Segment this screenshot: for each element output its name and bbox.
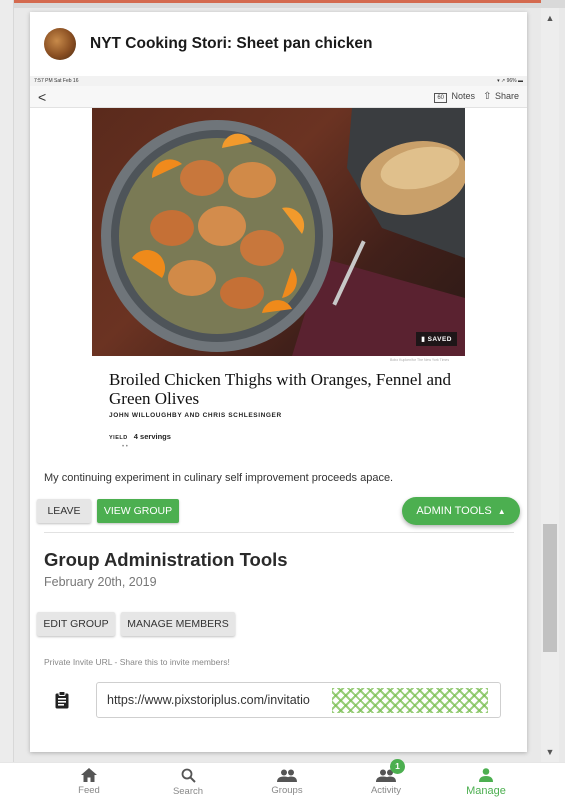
yield-value: 4 servings [133, 432, 171, 441]
story-header: NYT Cooking Stori: Sheet pan chicken [30, 12, 527, 76]
leave-button[interactable]: LEAVE [37, 499, 91, 523]
admin-date: February 20th, 2019 [44, 575, 157, 589]
nav-groups[interactable]: Groups [247, 763, 327, 800]
caret-up-icon: ▲ [497, 506, 506, 516]
yield-more: • • [122, 444, 128, 450]
photo-credit: Bobo Kupken/for The New York Times [390, 358, 450, 362]
nav-groups-label: Groups [271, 784, 303, 796]
embedded-nav-actions: 60 Notes ⇧ Share [434, 91, 519, 103]
view-group-button[interactable]: VIEW GROUP [97, 499, 179, 523]
window-left-edge [0, 0, 14, 762]
admin-tools-button[interactable]: ADMIN TOOLS ▲ [402, 497, 520, 525]
avatar[interactable] [44, 28, 76, 60]
embedded-status-bar: 7:57 PM Sat Feb 16 ▾ ↗ 96% ▬ [30, 76, 527, 86]
scrollbar[interactable]: ▲ ▼ [541, 8, 559, 762]
nav-manage[interactable]: Manage [446, 763, 526, 800]
yield-label: YIELD [109, 435, 128, 441]
groups-icon [277, 769, 297, 782]
recipe-yield: YIELD 4 servings [109, 432, 171, 441]
nav-feed-label: Feed [78, 785, 100, 796]
story-card: NYT Cooking Stori: Sheet pan chicken 7:5… [30, 12, 527, 752]
notes-label: Notes [451, 90, 476, 101]
share-icon: ⇧ [483, 91, 492, 102]
embedded-notes: 60 Notes [434, 91, 475, 103]
story-title: NYT Cooking Stori: Sheet pan chicken [90, 35, 373, 52]
scroll-up-icon[interactable]: ▲ [541, 10, 559, 26]
home-icon [81, 768, 97, 782]
nav-manage-label: Manage [466, 784, 506, 797]
manage-members-button[interactable]: MANAGE MEMBERS [121, 612, 235, 636]
divider [44, 532, 514, 533]
recipe-photo-illustration [101, 108, 465, 356]
story-caption: My continuing experiment in culinary sel… [44, 472, 394, 484]
person-icon [479, 767, 493, 782]
embedded-nav-bar: < 60 Notes ⇧ Share [30, 86, 527, 108]
nav-feed[interactable]: Feed [49, 763, 129, 800]
nav-activity-label: Activity [370, 784, 402, 796]
scroll-thumb[interactable] [543, 524, 557, 652]
nav-activity[interactable]: 1 Activity [346, 759, 426, 800]
accent-line [14, 0, 541, 3]
recipe-title: Broiled Chicken Thighs with Oranges, Fen… [109, 370, 451, 408]
admin-tools-label: ADMIN TOOLS [416, 505, 492, 517]
admin-title: Group Administration Tools [44, 549, 288, 570]
story-image[interactable]: 7:57 PM Sat Feb 16 ▾ ↗ 96% ▬ < 60 Notes … [30, 76, 527, 463]
embedded-status-right: ▾ ↗ 96% ▬ [497, 78, 523, 84]
saved-badge: ▮ SAVED [416, 332, 457, 346]
search-icon [181, 768, 196, 783]
embedded-share: ⇧ Share [483, 91, 519, 102]
recipe-photo: ▮ SAVED [92, 108, 465, 356]
redacted-overlay [332, 688, 488, 713]
saved-badge-label: SAVED [427, 336, 452, 343]
nav-search[interactable]: Search [148, 763, 228, 800]
activity-badge: 1 [390, 759, 405, 774]
bottom-nav: Feed Search Groups 1 Activity Manage [0, 759, 565, 800]
share-label: Share [494, 91, 519, 101]
recipe-authors: JOHN WILLOUGHBY AND CHRIS SCHLESINGER [109, 412, 282, 419]
embedded-status-time: 7:57 PM Sat Feb 16 [34, 78, 79, 84]
notes-count-badge: 60 [434, 92, 448, 103]
nav-search-label: Search [172, 785, 204, 797]
embedded-back-icon: < [38, 88, 47, 105]
edit-group-button[interactable]: EDIT GROUP [37, 612, 115, 636]
clipboard-icon[interactable] [55, 691, 69, 714]
scroll-down-icon[interactable]: ▼ [541, 744, 559, 760]
invite-label: Private Invite URL - Share this to invit… [44, 657, 230, 667]
